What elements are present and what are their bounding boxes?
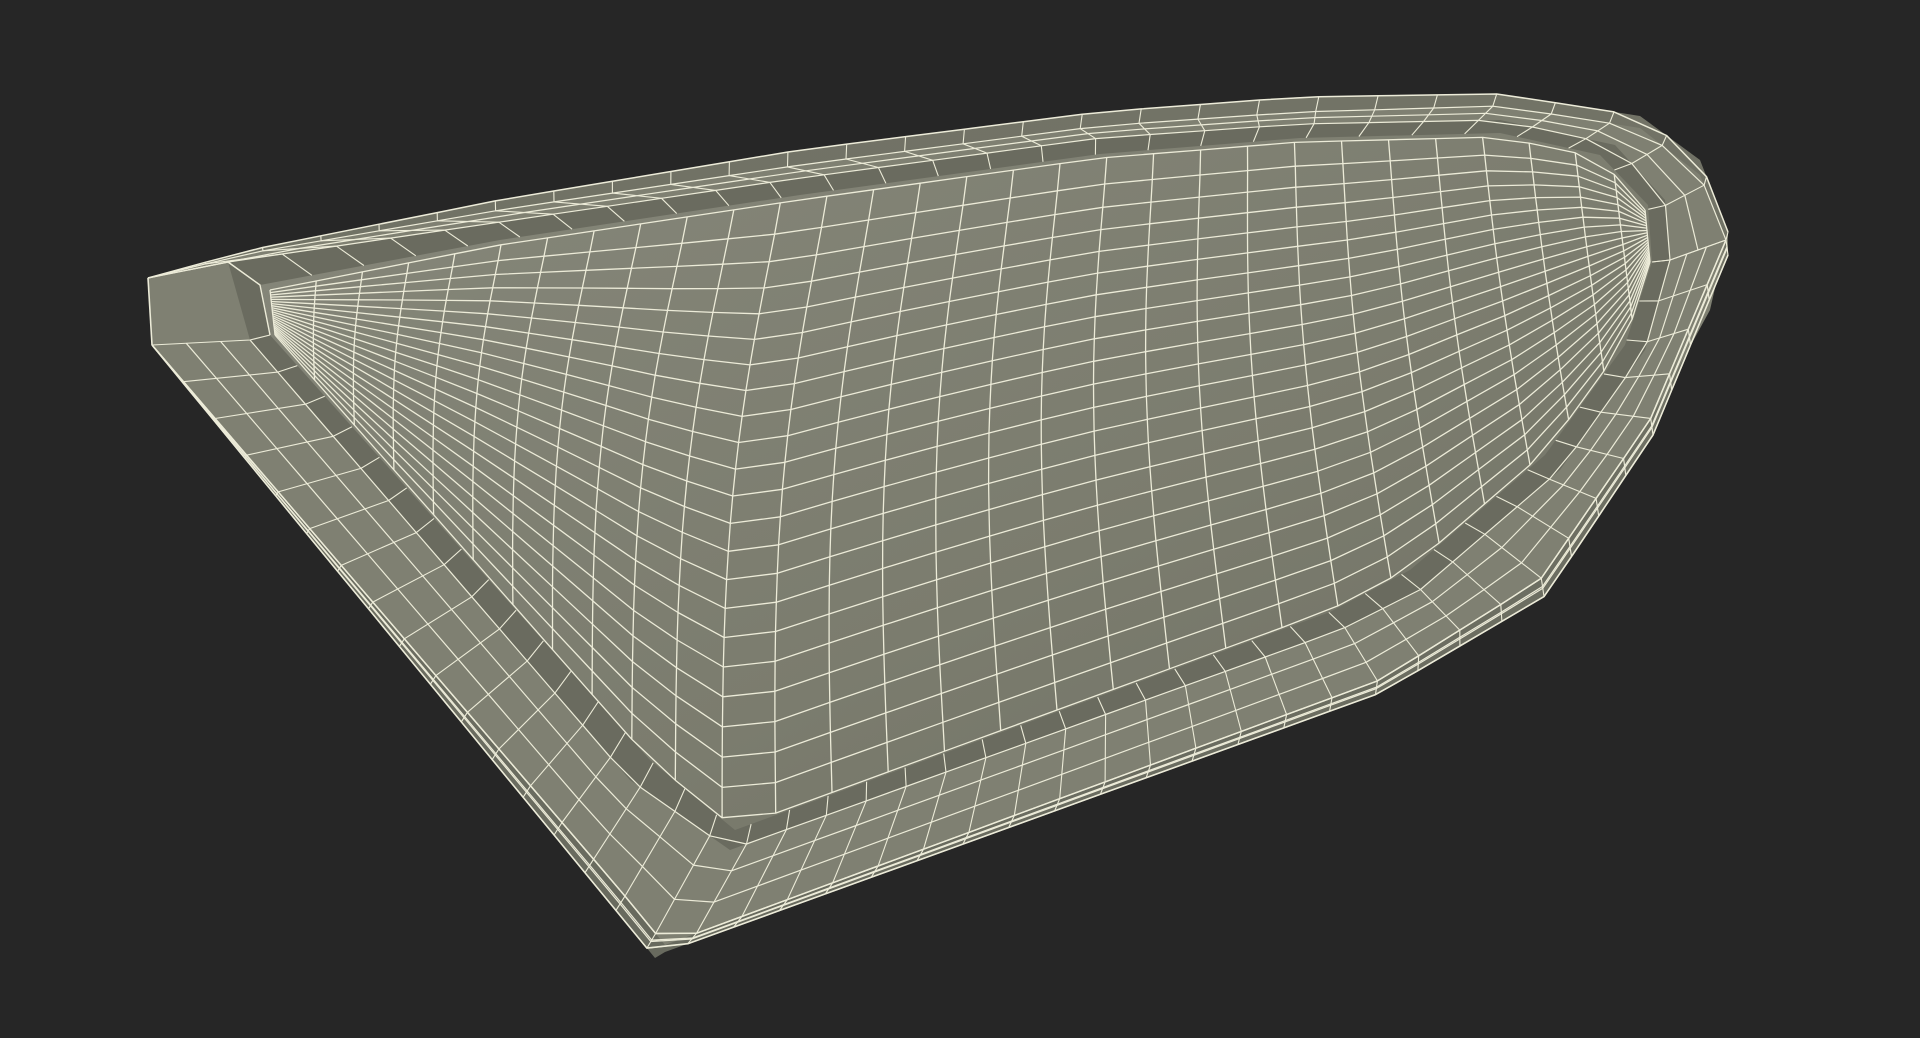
wireframe-render bbox=[147, 93, 1729, 958]
render-viewport[interactable] bbox=[0, 0, 1920, 1038]
